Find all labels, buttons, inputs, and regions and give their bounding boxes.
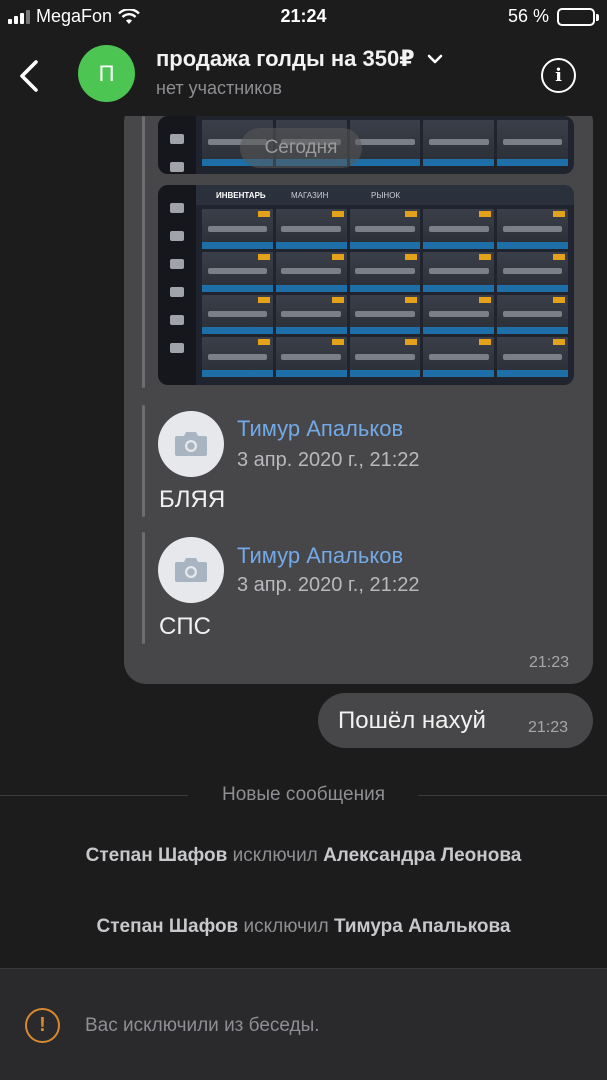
chat-title[interactable]: продажа голды на 350₽: [156, 46, 443, 72]
back-chevron-icon[interactable]: [14, 56, 46, 96]
chat-subtitle: нет участников: [156, 78, 282, 98]
sender-name[interactable]: Тимур Апальков: [237, 543, 403, 569]
screenshot-grid: [202, 209, 568, 377]
warning-icon: !: [25, 1008, 60, 1043]
sender-avatar[interactable]: [158, 537, 224, 603]
forwarded-screenshot-inventory[interactable]: ИНВЕНТАРЬ МАГАЗИН РЫНОК: [158, 185, 574, 385]
screenshot-sidebar: [158, 185, 196, 385]
screenshot-tab: МАГАЗИН: [291, 191, 329, 200]
system-target[interactable]: Александра Леонова: [323, 845, 521, 866]
screenshot-tab: ИНВЕНТАРЬ: [216, 191, 266, 200]
message-time: 21:23: [529, 654, 570, 671]
new-messages-divider: Новые сообщения: [0, 783, 607, 809]
battery-group: 56 %: [507, 6, 599, 27]
forward-indicator-line: [142, 116, 145, 388]
chat-avatar[interactable]: П: [78, 45, 135, 102]
forwarded-screenshot-top[interactable]: [158, 116, 574, 174]
camera-icon: [175, 558, 207, 582]
date-pill-today: Сегодня: [240, 128, 362, 168]
message-time: 21:23: [528, 719, 569, 736]
info-icon[interactable]: i: [541, 58, 576, 93]
message-date: 3 апр. 2020 г., 21:22: [237, 449, 420, 471]
forward-indicator-line: [142, 532, 145, 644]
screenshot-tab: РЫНОК: [371, 191, 401, 200]
forward-indicator-line: [142, 405, 145, 517]
screenshot-tabs: ИНВЕНТАРЬ МАГАЗИН РЫНОК: [196, 185, 574, 205]
system-message: Степан Шафов исключил Александра Леонова: [0, 845, 607, 867]
outgoing-message-bubble[interactable]: Пошёл нахуй 21:23: [318, 693, 593, 748]
screenshot-sidebar: [158, 116, 196, 174]
chevron-down-icon: [427, 54, 442, 64]
system-actor[interactable]: Степан Шафов: [86, 845, 228, 866]
divider-line: [418, 795, 607, 796]
system-actor[interactable]: Степан Шафов: [97, 916, 239, 937]
battery-percent: 56 %: [507, 6, 549, 26]
battery-icon: [557, 7, 599, 26]
system-message: Степан Шафов исключил Тимура Апалькова: [0, 916, 607, 938]
system-action: исключил: [232, 845, 318, 866]
status-bar: MegaFon 21:24 56 %: [0, 0, 607, 36]
system-target[interactable]: Тимура Апалькова: [334, 916, 511, 937]
chat-title-text: продажа голды на 350₽: [156, 46, 415, 71]
sender-avatar[interactable]: [158, 411, 224, 477]
message-text: Пошёл нахуй: [338, 707, 486, 734]
message-text: БЛЯЯ: [159, 486, 226, 513]
removed-from-chat-footer: ! Вас исключили из беседы.: [0, 968, 607, 1080]
chat-header: П продажа голды на 350₽ нет участников i: [0, 36, 607, 116]
message-text: СПС: [159, 613, 211, 640]
system-action: исключил: [243, 916, 329, 937]
message-date: 3 апр. 2020 г., 21:22: [237, 574, 420, 596]
removed-notice: Вас исключили из беседы.: [85, 1015, 320, 1036]
sender-name[interactable]: Тимур Апальков: [237, 416, 403, 442]
camera-icon: [175, 432, 207, 456]
